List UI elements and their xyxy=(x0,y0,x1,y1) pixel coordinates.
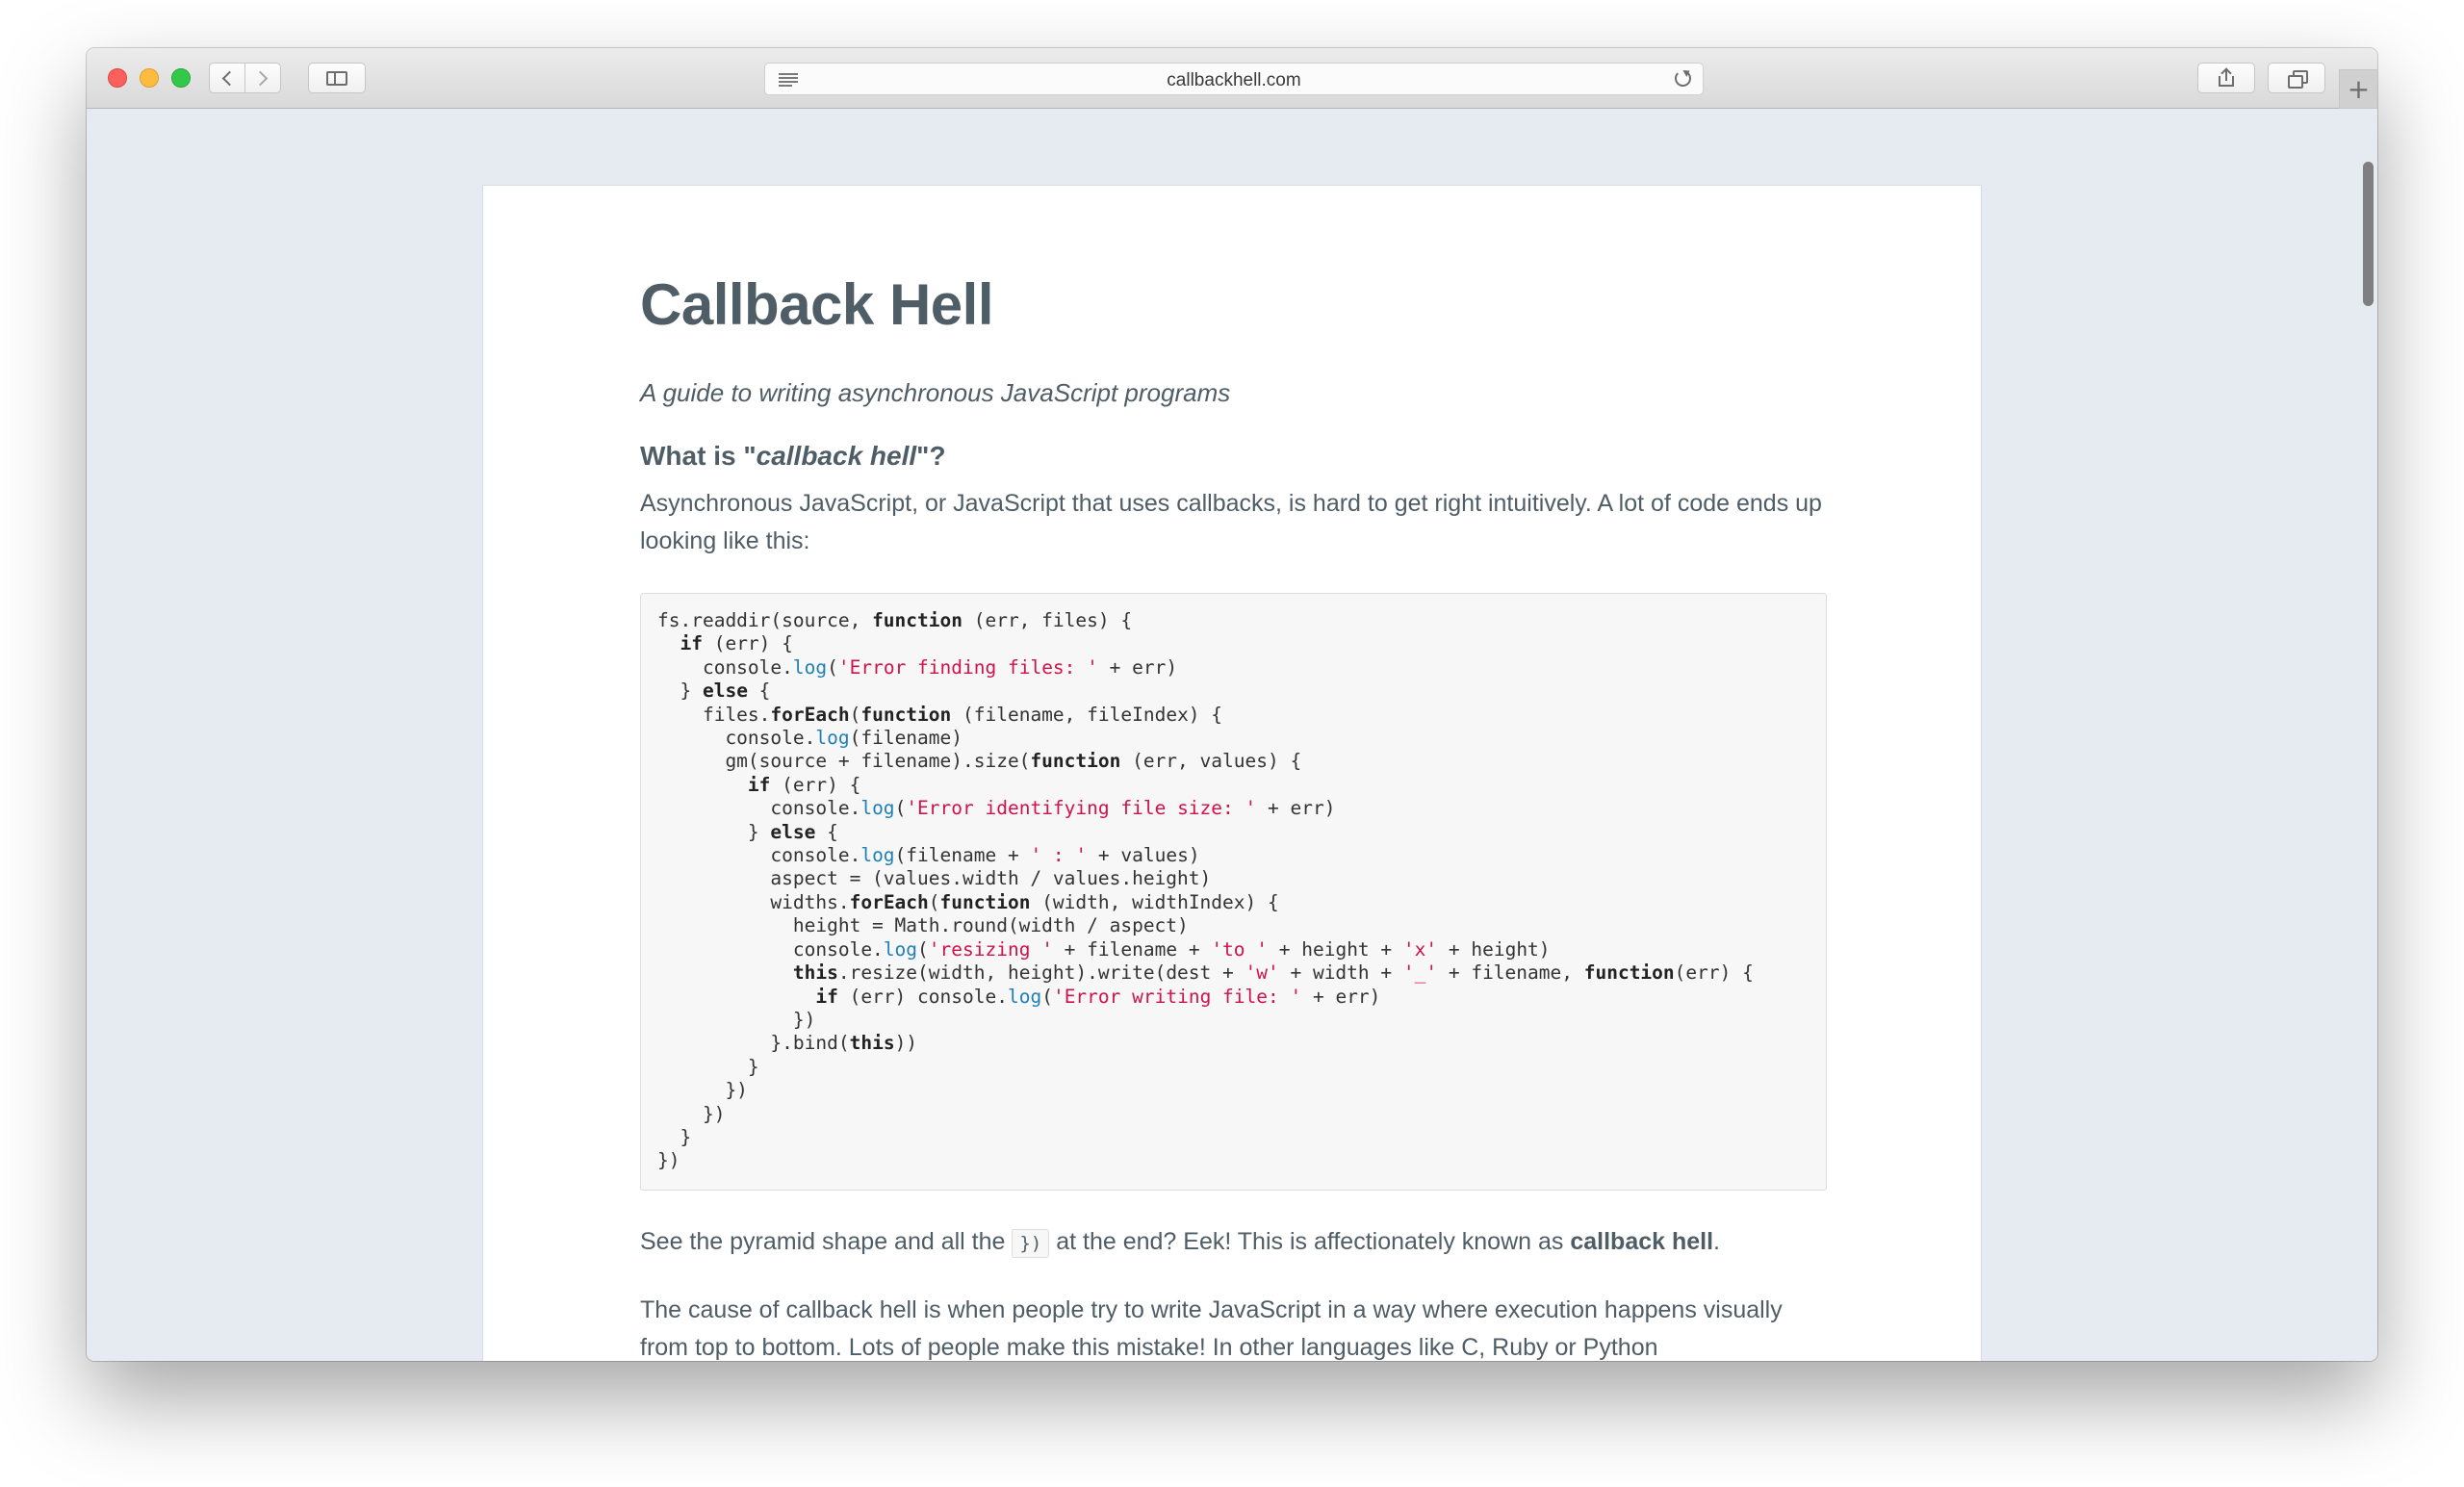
sidebar-toggle-button[interactable] xyxy=(308,63,366,93)
code-line: }) xyxy=(657,1008,816,1031)
forward-button[interactable] xyxy=(244,63,281,93)
code-line: if (err) { xyxy=(680,632,793,655)
page-title: Callback Hell xyxy=(640,272,994,337)
section-heading: What is "callback hell"? xyxy=(640,441,946,471)
code-line: widths.forEach(function (width, widthInd… xyxy=(657,890,1279,913)
code-line: fs.readdir(source, function (err, files)… xyxy=(657,609,1133,631)
pyramid-paragraph: See the pyramid shape and all the }) at … xyxy=(640,1223,1827,1263)
code-line: }) xyxy=(657,1102,726,1125)
reload-icon[interactable] xyxy=(1675,70,1691,87)
code-line: } else { xyxy=(657,679,771,703)
code-line: aspect = (values.width / values.height) xyxy=(657,867,1212,890)
show-tabs-button[interactable] xyxy=(2268,63,2325,93)
close-window-button[interactable] xyxy=(108,68,127,88)
cause-paragraph: The cause of callback hell is when peopl… xyxy=(640,1296,1783,1361)
code-line: } xyxy=(657,1055,759,1078)
plus-icon: + xyxy=(2347,72,2371,105)
page-subtitle: A guide to writing asynchronous JavaScri… xyxy=(640,378,1231,407)
code-line: console.log('resizing ' + filename + 'to… xyxy=(657,937,1551,961)
code-block: fs.readdir(source, function (err, files)… xyxy=(640,593,1827,1191)
share-button[interactable] xyxy=(2197,63,2255,93)
code-line: gm(source + filename).size(function (err… xyxy=(657,750,1302,773)
page-viewport[interactable]: Callback Hell A guide to writing asynchr… xyxy=(87,109,2377,1361)
code-line: console.log('Error identifying file size… xyxy=(657,797,1336,820)
code-line: if (err) { xyxy=(747,773,861,796)
scrollbar-thumb[interactable] xyxy=(2363,162,2374,306)
chevron-left-icon xyxy=(221,70,238,86)
back-button[interactable] xyxy=(209,63,245,93)
sidebar-icon xyxy=(326,70,347,86)
code-line: console.log(filename + ' : ' + values) xyxy=(657,844,1200,867)
code-line: files.forEach(function (filename, fileIn… xyxy=(657,703,1223,726)
tabs-icon xyxy=(2288,70,2308,89)
share-icon xyxy=(2218,67,2235,87)
article-card: Callback Hell A guide to writing asynchr… xyxy=(482,185,1982,1361)
code-line: } else { xyxy=(657,820,838,843)
code-line: } xyxy=(657,1125,692,1148)
code-line: }) xyxy=(657,1149,680,1172)
zoom-window-button[interactable] xyxy=(171,68,191,88)
browser-toolbar: callbackhell.com + xyxy=(87,48,2377,109)
code-line: }) xyxy=(657,1079,748,1102)
chevron-right-icon xyxy=(252,70,269,86)
callback-hell-term: callback hell xyxy=(1570,1228,1714,1255)
code-line: console.log(filename) xyxy=(657,727,963,750)
url-text[interactable]: callbackhell.com xyxy=(765,70,1703,91)
code-line: this.resize(width, height).write(dest + … xyxy=(792,961,1754,985)
code-line: }.bind(this)) xyxy=(657,1032,918,1055)
address-bar[interactable]: callbackhell.com xyxy=(764,63,1704,95)
inline-code: }) xyxy=(1012,1229,1050,1258)
new-tab-button[interactable]: + xyxy=(2339,69,2377,109)
code-line: console.log('Error finding files: ' + er… xyxy=(657,655,1178,679)
intro-paragraph: Asynchronous JavaScript, or JavaScript t… xyxy=(640,490,1822,554)
code-line: height = Math.round(width / aspect) xyxy=(657,914,1189,937)
browser-window: callbackhell.com + Callback Hell A guide… xyxy=(87,48,2377,1361)
code-line: if (err) console.log('Error writing file… xyxy=(815,985,1381,1008)
minimize-window-button[interactable] xyxy=(140,68,159,88)
article-content: Callback Hell A guide to writing asynchr… xyxy=(640,270,1827,1361)
